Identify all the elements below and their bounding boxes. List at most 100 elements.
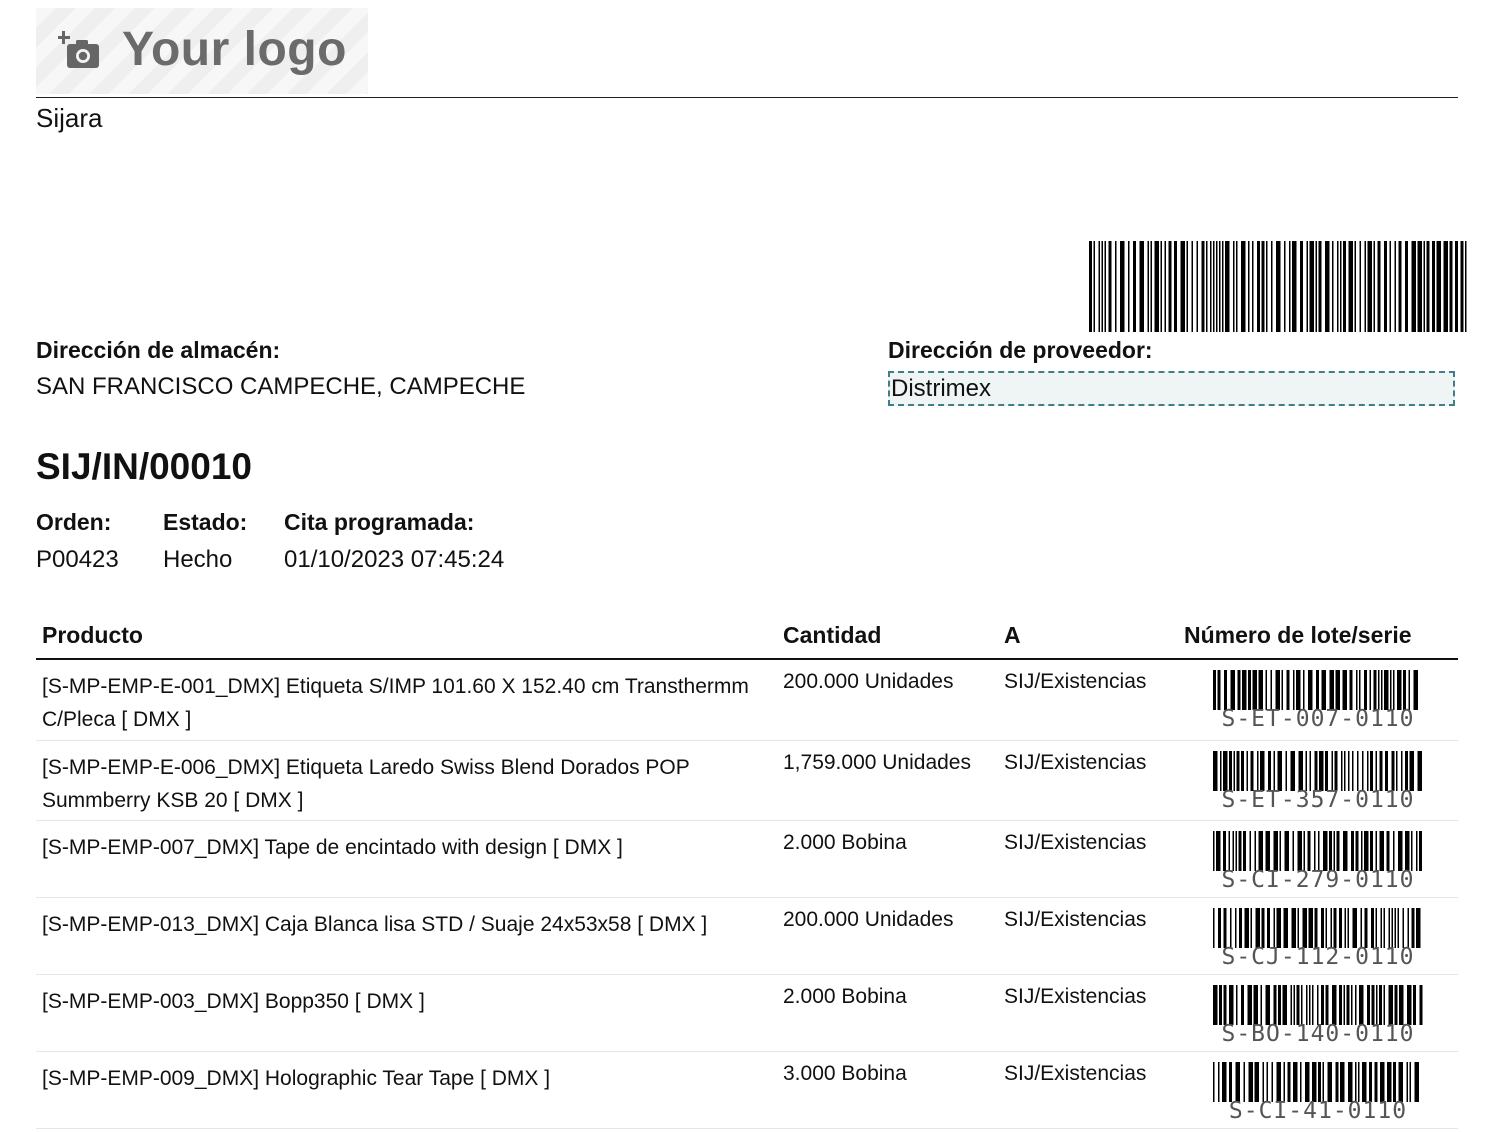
barcode-bar [1371, 907, 1374, 948]
barcode-bar [1283, 1061, 1285, 1102]
barcode-bar [1298, 750, 1303, 791]
barcode-bar [1254, 1061, 1259, 1102]
barcode-bar [1300, 1061, 1302, 1102]
barcode-bar [1352, 907, 1357, 948]
barcode-bar [1254, 830, 1256, 871]
barcode-bar [1325, 750, 1328, 791]
barcode-bar [1411, 241, 1416, 332]
barcode-bar [1318, 241, 1322, 332]
barcode-bar [1352, 750, 1354, 791]
barcode-bar [1321, 907, 1324, 948]
scheduled-date-value: 01/10/2023 07:45:24 [284, 546, 505, 573]
barcode-bar [1340, 241, 1342, 332]
barcode-bar [1348, 1061, 1353, 1102]
lot-number: S-CJ-112-0110 [1221, 943, 1415, 970]
barcode-bar [1405, 830, 1410, 871]
barcode-bar [1394, 907, 1396, 948]
barcode-bar [1104, 241, 1106, 332]
barcode-bar [1307, 830, 1311, 871]
barcode-bar [1359, 241, 1361, 332]
barcode-bar [1321, 670, 1326, 710]
barcode-bar [1284, 241, 1286, 332]
barcode-bar [1411, 907, 1415, 948]
barcode-bar [1265, 670, 1267, 710]
barcode-bar [1330, 907, 1332, 948]
barcode-bar [1317, 984, 1319, 1025]
barcode-bar [1312, 1061, 1317, 1102]
lot-cell: S-ET-007-0110 [1178, 659, 1458, 741]
barcode-bar [1344, 907, 1346, 948]
barcode-bar [1219, 241, 1221, 332]
barcode-bar [1308, 907, 1313, 948]
barcode-bar [1381, 670, 1383, 710]
column-header-quantity: Cantidad [777, 612, 998, 660]
barcode-bar [1133, 241, 1136, 332]
barcode-bar [1233, 750, 1235, 791]
barcode-bar [1325, 984, 1329, 1025]
lot-cell: S-BO-140-0110 [1178, 974, 1458, 1052]
barcode-bar [1292, 241, 1297, 332]
barcode-bar [1375, 830, 1377, 871]
barcode-bar [1213, 984, 1218, 1025]
barcode-bar [1150, 241, 1152, 332]
barcode-bar [1387, 1061, 1392, 1102]
barcode-bar [1348, 241, 1353, 332]
barcode-bar [1273, 907, 1275, 948]
barcode-bar [1390, 670, 1392, 710]
lot-cell: S-CI-279-0110 [1178, 820, 1458, 898]
barcode-bar [1340, 1061, 1345, 1102]
lot-number: S-BO-140-0110 [1221, 1020, 1415, 1047]
barcode-bar [1247, 984, 1252, 1025]
barcode-bar [1223, 830, 1226, 871]
barcode-bar [1296, 984, 1300, 1025]
barcode-bar [1414, 1061, 1419, 1102]
barcode-bar [1401, 750, 1403, 791]
company-logo[interactable]: Your logo [36, 8, 368, 94]
column-header-lot: Número de lote/serie [1178, 612, 1458, 660]
barcode-bar [1378, 670, 1380, 710]
barcode-bar [1336, 830, 1340, 871]
barcode-bar [1335, 1061, 1339, 1102]
logo-text: Your logo [122, 23, 347, 76]
barcode-bar [1098, 241, 1100, 332]
barcode-bar [1333, 830, 1335, 871]
barcode-bar [1262, 1061, 1264, 1102]
barcode-bar [1217, 670, 1221, 710]
barcode-bar [1281, 670, 1283, 710]
barcode-bar [1218, 1061, 1220, 1102]
barcode-bar [1375, 907, 1377, 948]
barcode-bar [1213, 1061, 1215, 1102]
destination-cell: SIJ/Existencias [998, 1051, 1178, 1129]
barcode-bar [1376, 984, 1378, 1025]
barcode-bar [1289, 241, 1291, 332]
barcode-bar [1411, 830, 1413, 871]
quantity-cell: 200.000 Unidades [777, 659, 998, 741]
barcode-bar [1416, 830, 1418, 871]
barcode-bar [1432, 241, 1435, 332]
barcode-bar [1230, 907, 1232, 948]
barcode-bar [1360, 907, 1362, 948]
barcode-bar [1266, 241, 1268, 332]
barcode-bar [1243, 830, 1246, 871]
barcode-bar [1308, 670, 1313, 710]
barcode-bar [1290, 750, 1295, 791]
barcode-bar [1230, 670, 1235, 710]
barcode-bar [1252, 670, 1257, 710]
lot-barcode [1213, 984, 1423, 1025]
column-header-destination: A [998, 612, 1178, 660]
barcode-bar [1386, 830, 1390, 871]
barcode-bar [1213, 750, 1218, 791]
barcode-bar [1273, 830, 1278, 871]
barcode-bar [1213, 670, 1216, 710]
barcode-bar [1342, 670, 1347, 710]
barcode-bar [1271, 1061, 1273, 1102]
barcode-bar [1220, 750, 1222, 791]
barcode-bar [1089, 241, 1092, 332]
barcode-bar [1213, 907, 1215, 948]
barcode-bar [1228, 830, 1230, 871]
table-header-row: Producto Cantidad A Número de lote/serie [36, 612, 1458, 660]
barcode-bar [1235, 830, 1237, 871]
barcode-bar [1275, 670, 1280, 710]
barcode-bar [1398, 1061, 1403, 1102]
vendor-address-field[interactable]: Distrimex [888, 371, 1455, 406]
